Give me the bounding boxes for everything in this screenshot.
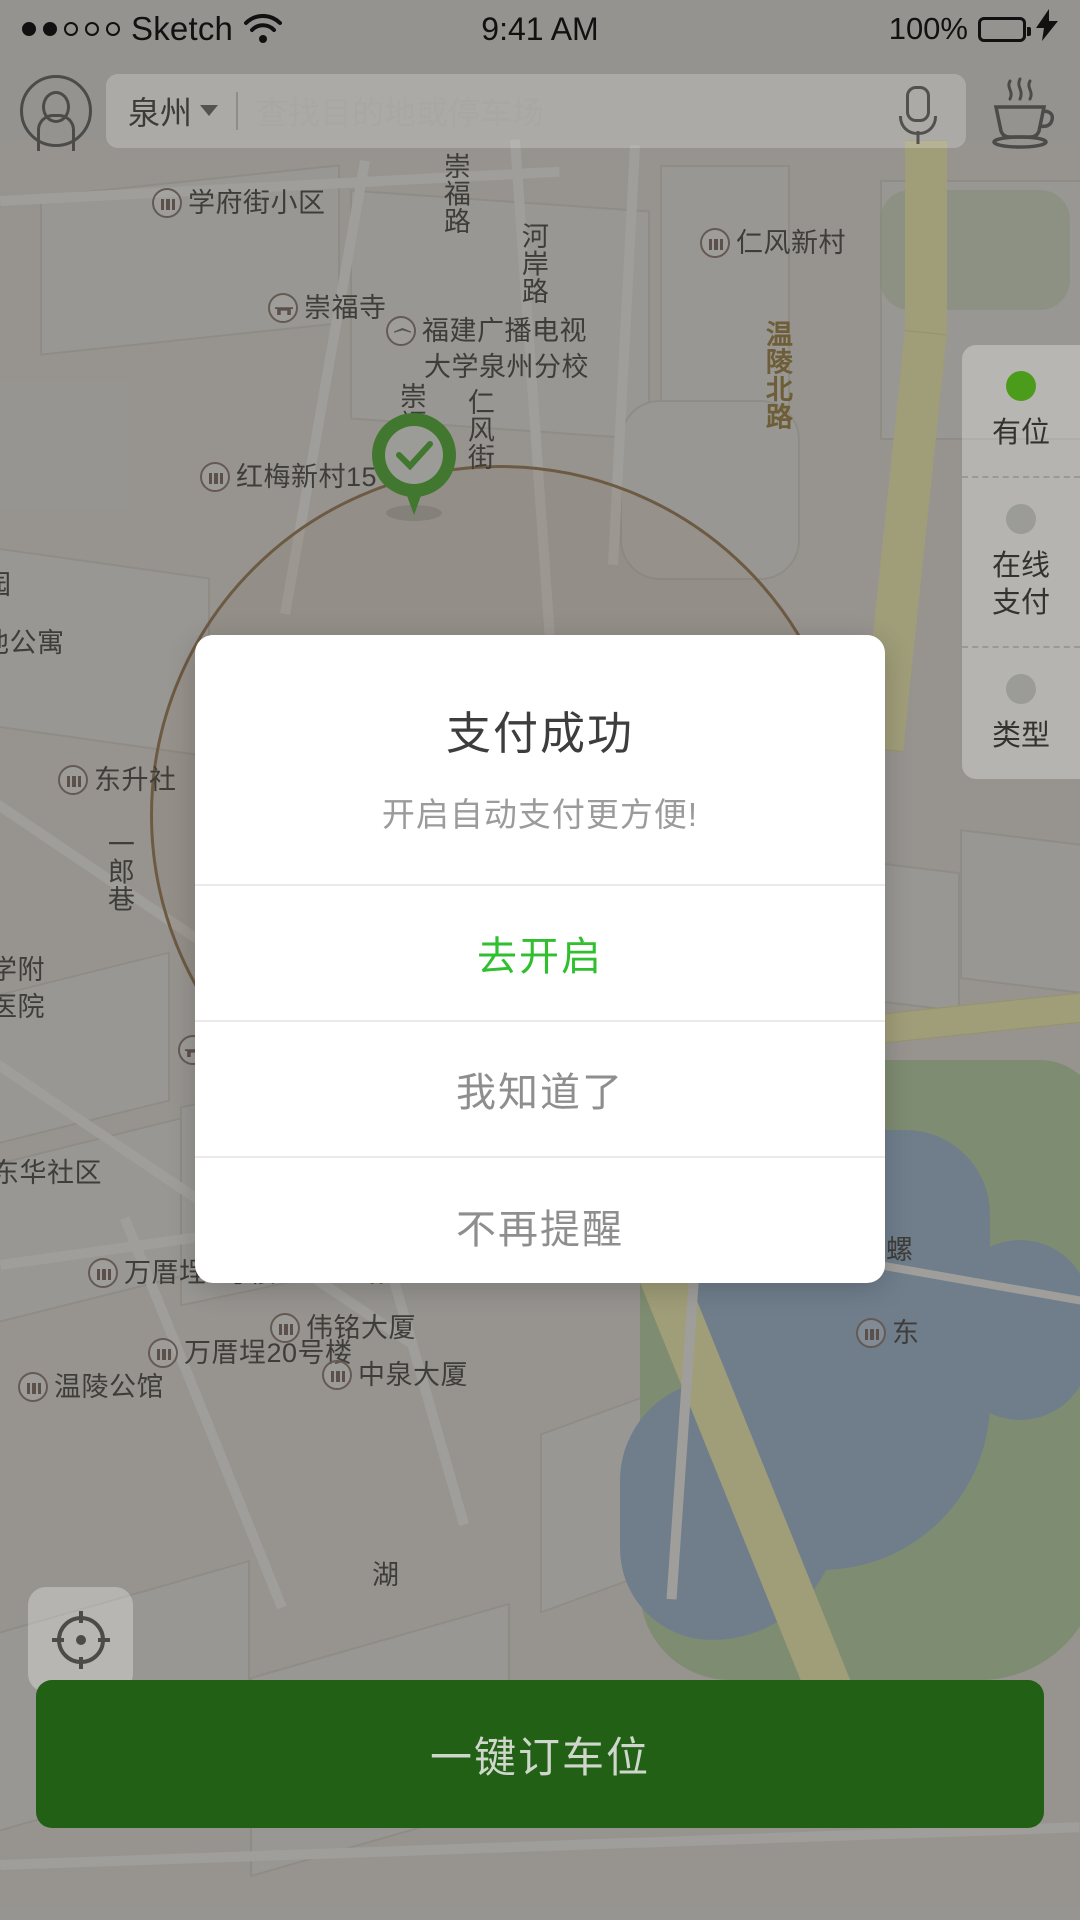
filter-item-2[interactable]: 在线 支付: [962, 478, 1080, 649]
reserve-parking-button[interactable]: 一键订车位: [36, 1680, 1044, 1828]
filter-item-label: 类型: [991, 720, 1050, 753]
city-name-label: 泉州: [128, 94, 193, 131]
dialog-action-3[interactable]: 不再提醒: [195, 1158, 885, 1283]
dialog-action-label: 不再提醒: [456, 1208, 624, 1252]
dialog-header: 支付成功 开启自动支付更方便!: [195, 635, 885, 886]
top-navigation-bar: 泉州 查找目的地或停车场: [0, 58, 1080, 163]
payment-success-dialog: 支付成功 开启自动支付更方便! 去开启我知道了不再提醒: [195, 635, 885, 1283]
microphone-icon[interactable]: [892, 76, 944, 146]
battery-percent-label: 100%: [888, 11, 968, 46]
search-divider: [236, 91, 239, 130]
filter-item-1[interactable]: 有位: [962, 345, 1080, 479]
filter-item-3[interactable]: 类型: [962, 648, 1080, 779]
filter-item-label: 有位: [991, 417, 1050, 449]
dialog-action-label: 去开启: [477, 935, 603, 979]
reserve-parking-label: 一键订车位: [429, 1733, 650, 1781]
dialog-action-label: 我知道了: [456, 1071, 624, 1115]
crosshair-locate-icon[interactable]: [28, 1587, 133, 1692]
lightning-bolt-icon: [1036, 9, 1058, 49]
city-selector[interactable]: 泉州: [128, 88, 219, 134]
battery-icon: [978, 16, 1031, 42]
dialog-action-1[interactable]: 去开启: [195, 886, 885, 1022]
search-bar[interactable]: 泉州 查找目的地或停车场: [106, 73, 966, 148]
coffee-cup-icon[interactable]: [980, 71, 1060, 151]
user-avatar-icon[interactable]: [20, 74, 92, 147]
dialog-title: 支付成功: [445, 708, 634, 759]
filter-status-dot: [1006, 504, 1036, 535]
status-bar-right: 100%: [889, 9, 1058, 49]
search-input[interactable]: 查找目的地或停车场: [256, 88, 874, 134]
status-bar: Sketch 9:41 AM 100%: [0, 0, 1080, 58]
filter-status-dot: [1006, 674, 1036, 705]
dialog-action-2[interactable]: 我知道了: [195, 1022, 885, 1158]
map-filter-panel[interactable]: 有位 在线 支付 类型: [962, 345, 1080, 780]
dialog-subtitle: 开启自动支付更方便!: [381, 796, 699, 833]
filter-item-label: 在线 支付: [991, 550, 1050, 620]
dialog-action-list[interactable]: 去开启我知道了不再提醒: [195, 886, 885, 1283]
filter-status-dot: [1006, 371, 1036, 401]
chevron-down-icon: [200, 105, 219, 116]
